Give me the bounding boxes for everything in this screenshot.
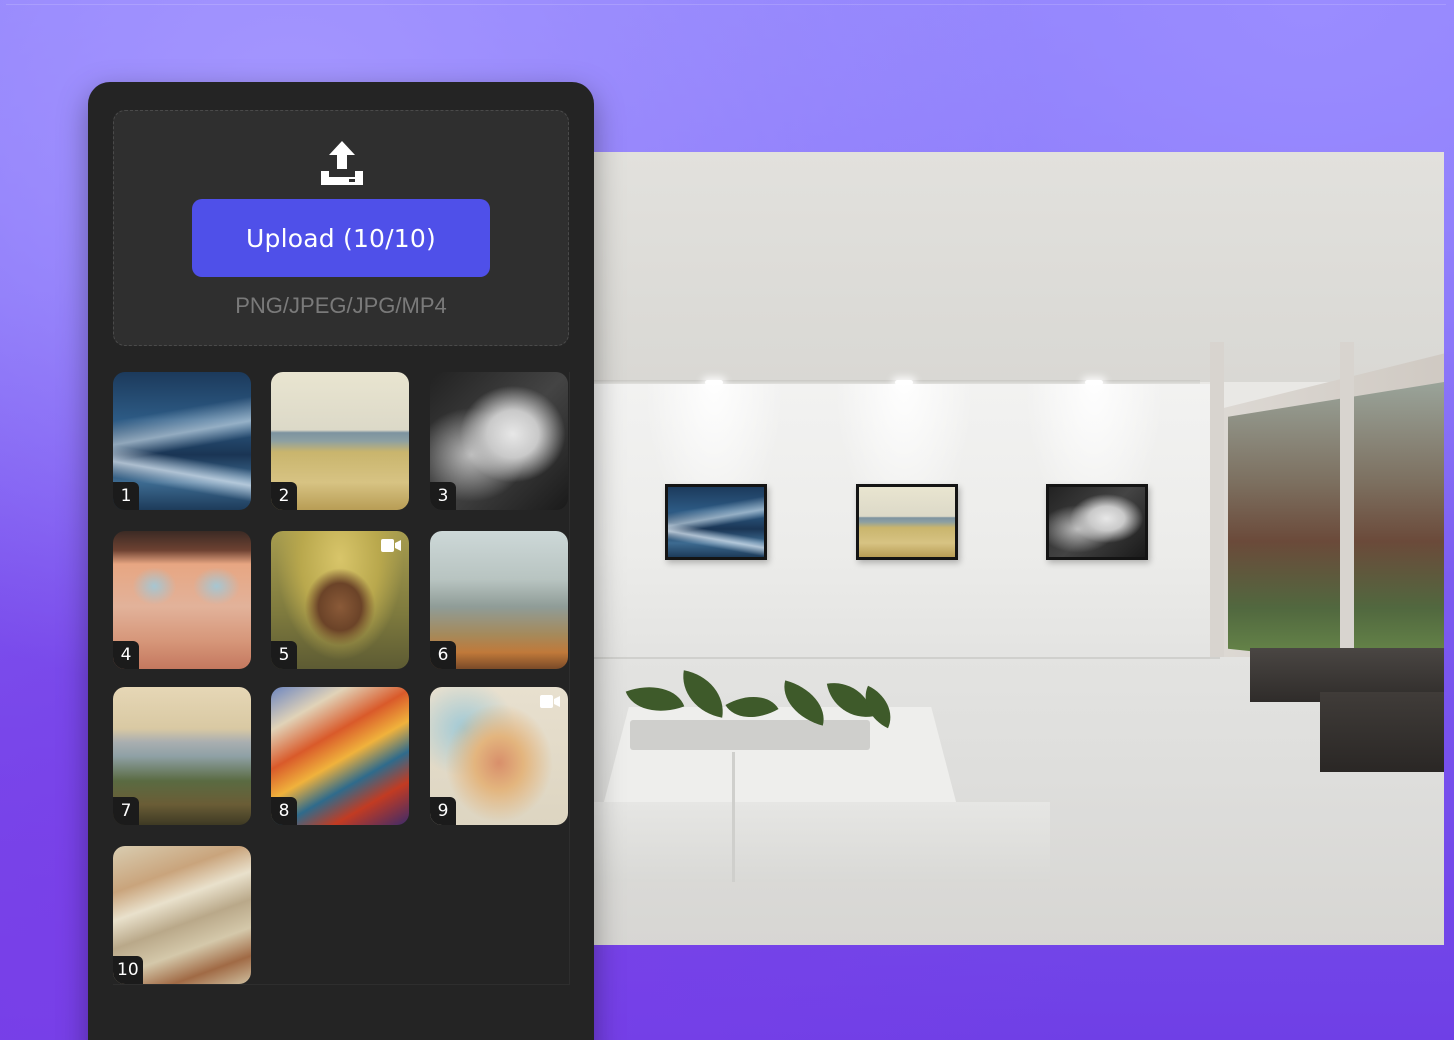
thumbnail-grid: 1 2 3 4 5 6 7 8 9 10: [113, 372, 570, 985]
media-panel: Upload (10/10) PNG/JPEG/JPG/MP4 1 2 3 4: [88, 82, 594, 1040]
thumbnail-10[interactable]: 10: [113, 846, 251, 984]
supported-formats: PNG/JPEG/JPG/MP4: [235, 293, 447, 318]
display-platform-front: [580, 802, 1050, 882]
platform-seam: [732, 752, 735, 882]
gallery-preview[interactable]: [560, 152, 1444, 945]
upload-tray-icon: [321, 141, 363, 185]
floor-baseline: [560, 657, 1220, 659]
planter: [630, 720, 870, 750]
gallery-bench: [1320, 692, 1444, 772]
thumbnail-number: 4: [113, 641, 139, 669]
thumbnail-number: 3: [430, 482, 456, 510]
thumbnail-4[interactable]: 4: [113, 531, 251, 669]
thumbnail-number: 8: [271, 797, 297, 825]
thumbnail-9[interactable]: 9: [430, 687, 568, 825]
upload-dropzone[interactable]: Upload (10/10) PNG/JPEG/JPG/MP4: [113, 110, 569, 346]
gallery-ceiling: [560, 152, 1444, 382]
wall-artwork-2[interactable]: [856, 484, 958, 560]
thumbnail-number: 2: [271, 482, 297, 510]
thumbnail-number: 10: [113, 956, 143, 984]
upload-button[interactable]: Upload (10/10): [192, 199, 490, 277]
thumbnail-3[interactable]: 3: [430, 372, 568, 510]
thumbnail-7[interactable]: 7: [113, 687, 251, 825]
thumbnail-5[interactable]: 5: [271, 531, 409, 669]
thumbnail-8[interactable]: 8: [271, 687, 409, 825]
wall-artwork-3[interactable]: [1046, 484, 1148, 560]
thumbnail-number: 5: [271, 641, 297, 669]
thumbnail-number: 7: [113, 797, 139, 825]
thumbnail-number: 6: [430, 641, 456, 669]
thumbnail-6[interactable]: 6: [430, 531, 568, 669]
thumbnail-number: 1: [113, 482, 139, 510]
video-camera-icon: [540, 695, 560, 708]
window-mullion: [1210, 342, 1224, 692]
thumbnail-2[interactable]: 2: [271, 372, 409, 510]
wall-artwork-1[interactable]: [665, 484, 767, 560]
thumbnail-number: 9: [430, 797, 456, 825]
thumbnail-1[interactable]: 1: [113, 372, 251, 510]
app-canvas: Upload (10/10) PNG/JPEG/JPG/MP4 1 2 3 4: [0, 0, 1454, 1040]
gallery-window: [1228, 382, 1444, 672]
window-mullion: [1340, 342, 1354, 692]
video-camera-icon: [381, 539, 401, 552]
